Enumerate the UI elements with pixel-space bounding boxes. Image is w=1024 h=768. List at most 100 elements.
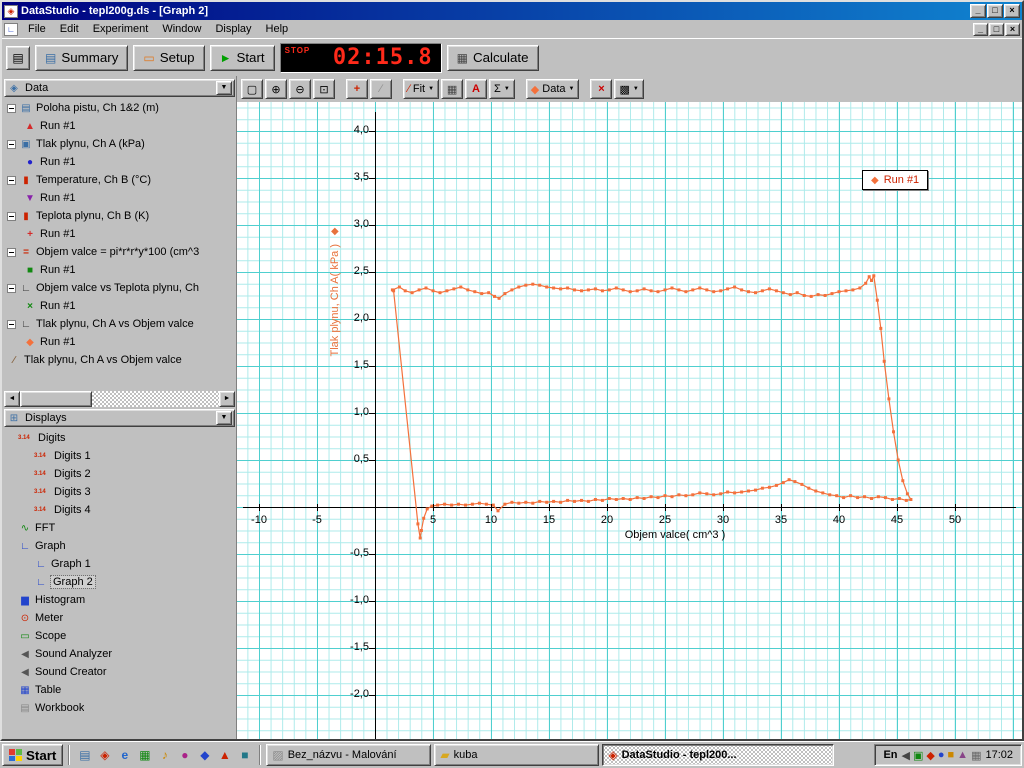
menu-display[interactable]: Display bbox=[208, 21, 258, 37]
menu-edit[interactable]: Edit bbox=[53, 21, 86, 37]
data-item-run-1[interactable]: + Run #1 bbox=[20, 225, 235, 243]
data-item-objem-valce-vs-teplota-plynu-ch[interactable]: ∟ Objem valce vs Teplota plynu, Ch bbox=[4, 279, 235, 297]
data-item-tlak-plynu-ch-a-vs-objem-valce[interactable]: ∕ Tlak plynu, Ch A vs Objem valce bbox=[4, 351, 235, 369]
child-close-button[interactable]: × bbox=[1005, 22, 1020, 36]
quick-launch-icon-3[interactable]: e bbox=[115, 746, 134, 765]
start-menu-button[interactable]: Start bbox=[2, 744, 64, 766]
data-item-tlak-plynu-ch-a-vs-objem-valce[interactable]: ∟ Tlak plynu, Ch A vs Objem valce bbox=[4, 315, 235, 333]
scroll-left-button[interactable]: ◄ bbox=[4, 391, 20, 407]
display-item-fft[interactable]: ∿ FFT bbox=[15, 519, 235, 537]
child-restore-button[interactable]: □ bbox=[989, 22, 1004, 36]
data-panel-collapse-button[interactable]: ▼ bbox=[216, 81, 232, 95]
data-item-run-1[interactable]: ◆ Run #1 bbox=[20, 333, 235, 351]
quick-launch-icon-9[interactable]: ■ bbox=[235, 746, 254, 765]
data-item-tlak-plynu-ch-a-kpa[interactable]: ▣ Tlak plynu, Ch A (kPa) bbox=[4, 135, 235, 153]
tray-icon-6[interactable]: ▲ bbox=[957, 749, 968, 762]
display-item-digits-4[interactable]: 3.14 Digits 4 bbox=[31, 501, 235, 519]
data-item-objem-valce-pi-r-r-y-100-cm-3[interactable]: = Objem valce = pi*r*r*y*100 (cm^3 bbox=[4, 243, 235, 261]
collapse-box-icon[interactable] bbox=[7, 283, 16, 293]
display-item-graph-1[interactable]: ∟ Graph 1 bbox=[31, 555, 235, 573]
data-item-run-1[interactable]: ■ Run #1 bbox=[20, 261, 235, 279]
graph-settings-button[interactable]: ▩ ▼ bbox=[614, 79, 644, 99]
language-indicator[interactable]: En bbox=[883, 749, 897, 761]
scrollbar-thumb[interactable] bbox=[20, 391, 92, 407]
remove-button[interactable]: × bbox=[590, 79, 613, 99]
data-item-poloha-pistu-ch-1-2-m[interactable]: ▤ Poloha pistu, Ch 1&2 (m) bbox=[4, 99, 235, 117]
data-item-run-1[interactable]: ▲ Run #1 bbox=[20, 117, 235, 135]
start-button[interactable]: ► Start bbox=[209, 44, 275, 71]
display-item-histogram[interactable]: ▆ Histogram bbox=[15, 591, 235, 609]
menu-file[interactable]: File bbox=[21, 21, 53, 37]
display-item-meter[interactable]: ⊙ Meter bbox=[15, 609, 235, 627]
data-tree-hscrollbar[interactable]: ◄ ► bbox=[4, 391, 235, 407]
data-item-temperature-ch-b-c[interactable]: ▮ Temperature, Ch B (°C) bbox=[4, 171, 235, 189]
menu-window[interactable]: Window bbox=[155, 21, 208, 37]
display-item-workbook[interactable]: ▤ Workbook bbox=[15, 699, 235, 717]
dropdown-arrow-icon: ▼ bbox=[428, 86, 435, 92]
scale-to-fit-button[interactable]: ▢ bbox=[241, 79, 263, 99]
child-minimize-button[interactable]: _ bbox=[973, 22, 988, 36]
zoom-in-button[interactable]: ⊕ bbox=[265, 79, 287, 99]
legend[interactable]: ◆ Run #1 bbox=[862, 170, 929, 190]
calculate-button[interactable]: ▦ Calculate bbox=[446, 44, 539, 71]
journal-button[interactable]: ▤ bbox=[6, 45, 30, 70]
collapse-box-icon[interactable] bbox=[7, 247, 16, 257]
tray-icon-5[interactable]: ■ bbox=[948, 749, 955, 762]
display-item-digits[interactable]: 3.14 Digits bbox=[15, 429, 235, 447]
tray-icon-7[interactable]: ▦ bbox=[971, 749, 981, 762]
collapse-box-icon[interactable] bbox=[7, 175, 16, 185]
quick-launch-icon-4[interactable]: ▦ bbox=[135, 746, 154, 765]
zoom-select-button[interactable]: ⊡ bbox=[313, 79, 335, 99]
data-item-run-1[interactable]: ● Run #1 bbox=[20, 153, 235, 171]
quick-launch-icon-1[interactable]: ▤ bbox=[75, 746, 94, 765]
display-item-scope[interactable]: ▭ Scope bbox=[15, 627, 235, 645]
quick-launch-icon-2[interactable]: ◈ bbox=[95, 746, 114, 765]
volume-icon[interactable]: ◀ bbox=[902, 749, 910, 762]
data-menu-button[interactable]: ◆ Data ▼ bbox=[525, 79, 580, 99]
task-bez-n-zvu-malov-n[interactable]: ▨ Bez_názvu - Malování bbox=[266, 744, 432, 766]
display-item-graph[interactable]: ∟ Graph bbox=[15, 537, 235, 555]
restore-button[interactable]: □ bbox=[987, 4, 1003, 18]
statistics-button[interactable]: Σ ▼ bbox=[489, 79, 515, 99]
quick-launch-icon-7[interactable]: ◆ bbox=[195, 746, 214, 765]
setup-button[interactable]: ▭ Setup bbox=[133, 44, 205, 71]
collapse-box-icon[interactable] bbox=[7, 139, 16, 149]
zoom-out-button[interactable]: ⊖ bbox=[289, 79, 311, 99]
collapse-box-icon[interactable] bbox=[7, 103, 16, 113]
zoom-in-icon: ⊕ bbox=[271, 83, 281, 96]
display-item-digits-2[interactable]: 3.14 Digits 2 bbox=[31, 465, 235, 483]
smart-tool-button[interactable]: + bbox=[346, 79, 368, 99]
quick-launch-icon-5[interactable]: ♪ bbox=[155, 746, 174, 765]
data-item-run-1[interactable]: ▼ Run #1 bbox=[20, 189, 235, 207]
display-item-sound-analyzer[interactable]: ◀ Sound Analyzer bbox=[15, 645, 235, 663]
minimize-button[interactable]: _ bbox=[970, 4, 986, 18]
slope-tool-button[interactable]: ∕ bbox=[370, 79, 392, 99]
displays-panel-collapse-button[interactable]: ▼ bbox=[216, 411, 232, 425]
task-kuba[interactable]: ▰ kuba bbox=[434, 744, 600, 766]
display-item-digits-1[interactable]: 3.14 Digits 1 bbox=[31, 447, 235, 465]
task-datastudio-tepl200[interactable]: ◈ DataStudio - tepl200... bbox=[602, 744, 835, 766]
tray-icon-2[interactable]: ▣ bbox=[913, 749, 923, 762]
display-item-graph-2[interactable]: ∟ Graph 2 bbox=[31, 573, 235, 591]
graph-plot-area[interactable]: Objem valce( cm^3 ) ◆ Tlak plynu, Ch A( … bbox=[237, 102, 1022, 739]
collapse-box-icon[interactable] bbox=[7, 211, 16, 221]
tray-icon-3[interactable]: ◆ bbox=[926, 749, 934, 762]
menu-experiment[interactable]: Experiment bbox=[86, 21, 156, 37]
fit-menu-button[interactable]: ∕ Fit ▼ bbox=[403, 79, 440, 99]
display-item-table[interactable]: ▦ Table bbox=[15, 681, 235, 699]
clock[interactable]: 17:02 bbox=[985, 749, 1013, 761]
collapse-box-icon[interactable] bbox=[7, 319, 16, 329]
data-item-run-1[interactable]: × Run #1 bbox=[20, 297, 235, 315]
quick-launch-icon-8[interactable]: ▲ bbox=[215, 746, 234, 765]
display-item-sound-creator[interactable]: ◀ Sound Creator bbox=[15, 663, 235, 681]
close-button[interactable]: × bbox=[1004, 4, 1020, 18]
text-tool-button[interactable]: A bbox=[465, 79, 488, 99]
calculate-graph-button[interactable]: ▦ bbox=[441, 79, 464, 99]
tray-icon-4[interactable]: ● bbox=[938, 749, 945, 762]
data-item-teplota-plynu-ch-b-k[interactable]: ▮ Teplota plynu, Ch B (K) bbox=[4, 207, 235, 225]
quick-launch-icon-6[interactable]: ● bbox=[175, 746, 194, 765]
display-item-digits-3[interactable]: 3.14 Digits 3 bbox=[31, 483, 235, 501]
menu-help[interactable]: Help bbox=[259, 21, 296, 37]
scroll-right-button[interactable]: ► bbox=[219, 391, 235, 407]
summary-button[interactable]: ▤ Summary bbox=[35, 44, 129, 71]
